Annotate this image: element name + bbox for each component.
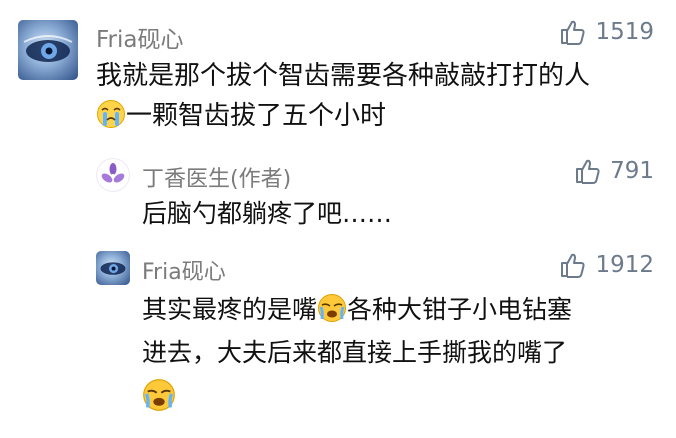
username[interactable]: 丁香医生(作者): [142, 161, 291, 193]
comment-text: 后脑勺都躺疼了吧……: [142, 199, 393, 228]
sobbing-face-emoji: [317, 293, 347, 323]
thumbs-up-icon: [576, 159, 600, 184]
comment-text-tail: 一颗智齿拔了五个小时: [126, 101, 387, 131]
comment-emoji-line: [142, 378, 176, 417]
crying-face-emoji: [96, 99, 126, 129]
like-count: 1912: [595, 252, 654, 278]
like-button[interactable]: 1519: [559, 18, 654, 46]
avatar[interactable]: [96, 251, 130, 285]
comment-text: 我就是那个拔个智齿需要各种敲敲打打的人: [96, 61, 591, 91]
like-button[interactable]: 791: [574, 157, 654, 185]
like-button[interactable]: 1912: [559, 251, 654, 279]
sobbing-face-emoji: [142, 378, 176, 412]
comment-text-tail: 各种大钳子小电钻塞: [347, 295, 573, 324]
clove-logo-icon: [101, 163, 125, 183]
like-count: 1519: [595, 19, 654, 45]
comment-text: 进去，大夫后来都直接上手撕我的嘴了: [142, 338, 568, 367]
comment-text-head: 其实最疼的是嘴: [142, 295, 318, 324]
eye-icon: [100, 262, 126, 275]
avatar[interactable]: [96, 158, 130, 192]
like-count: 791: [610, 158, 654, 184]
comment-text: 其实最疼的是嘴 各种大钳子小电钻塞: [142, 292, 572, 328]
comment-text: 一颗智齿拔了五个小时: [96, 98, 386, 134]
username[interactable]: Fria砚心: [96, 20, 184, 54]
thumbs-up-icon: [561, 20, 586, 45]
username[interactable]: Fria砚心: [142, 254, 226, 286]
thumbs-up-icon: [561, 253, 586, 278]
avatar[interactable]: [18, 20, 78, 80]
eye-icon: [23, 35, 73, 62]
